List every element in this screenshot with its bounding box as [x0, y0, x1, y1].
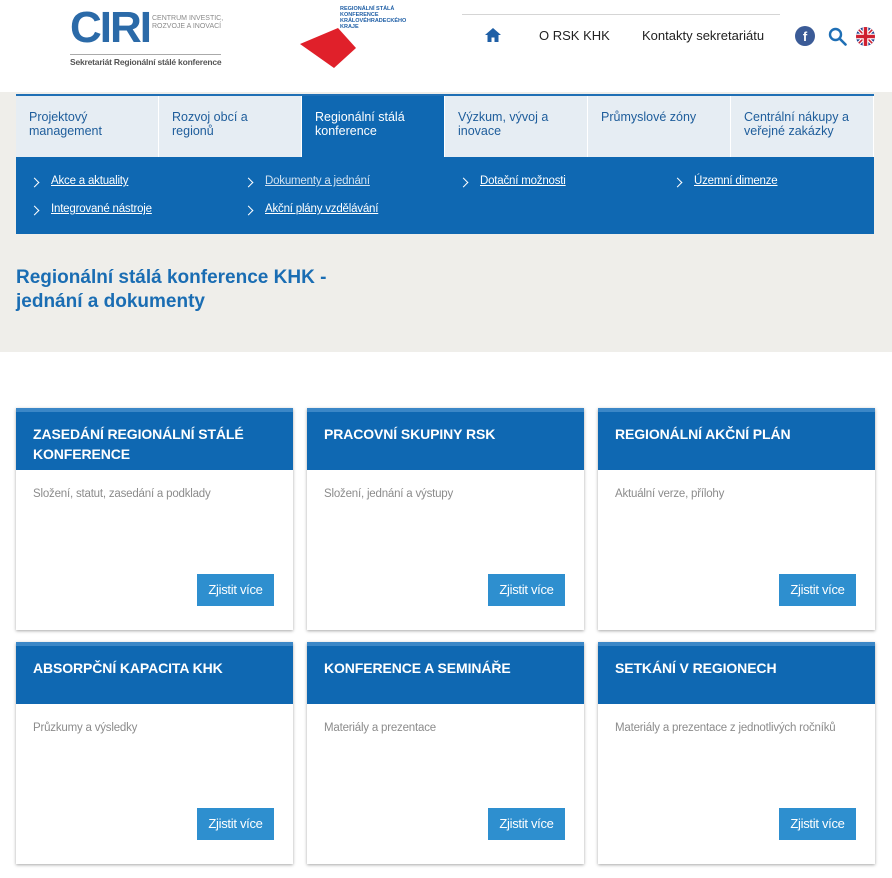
- learn-more-button[interactable]: Zjistit více: [488, 808, 565, 840]
- page-title: Regionální stálá konference KHK - jednán…: [16, 267, 327, 312]
- main-nav-vyzkum-vyvoj[interactable]: Výzkum, vývoj a inovace: [445, 96, 588, 157]
- chevron-right-icon: [243, 177, 254, 188]
- card-description: Složení, jednání a výstupy: [324, 488, 454, 500]
- search-icon[interactable]: [828, 27, 847, 46]
- card-akcni-plan: REGIONÁLNÍ AKČNÍ PLÁN Aktuální verze, př…: [598, 408, 875, 630]
- learn-more-button[interactable]: Zjistit více: [779, 808, 856, 840]
- sub-nav-dokumenty-jednani[interactable]: Dokumenty a jednání: [265, 175, 370, 187]
- card-absorpcni-kapacita: ABSORPČNÍ KAPACITA KHK Průzkumy a výsled…: [16, 642, 293, 864]
- chevron-right-icon: [243, 205, 254, 216]
- chevron-right-icon: [458, 177, 469, 188]
- card-konference-seminare: KONFERENCE A SEMINÁŘE Materiály a prezen…: [307, 642, 584, 864]
- sub-nav-akce-aktuality[interactable]: Akce a aktuality: [51, 175, 129, 187]
- ciri-logo-mark: CIRI: [70, 3, 152, 52]
- card-description: Složení, statut, zasedání a podklady: [33, 488, 211, 500]
- chevron-right-icon: [29, 205, 40, 216]
- card-title[interactable]: REGIONÁLNÍ AKČNÍ PLÁN: [598, 408, 875, 470]
- sub-nav-akcni-plany[interactable]: Akční plány vzdělávání: [265, 203, 378, 215]
- card-description: Materiály a prezentace: [324, 722, 436, 734]
- rsk-logo-shape: [300, 28, 356, 68]
- card-description: Průzkumy a výsledky: [33, 722, 138, 734]
- chevron-right-icon: [672, 177, 683, 188]
- main-nav-projektovy-management[interactable]: Projektový management: [16, 96, 159, 157]
- sub-nav-uzemni-dimenze[interactable]: Územní dimenze: [694, 175, 778, 187]
- card-zasedani: ZASEDÁNÍ REGIONÁLNÍ STÁLÉ KONFERENCE Slo…: [16, 408, 293, 630]
- ciri-logo-text: CENTRUM INVESTIC, ROZVOJE A INOVACÍ: [152, 15, 224, 30]
- nav-link-o-rsk[interactable]: O RSK KHK: [539, 28, 610, 43]
- ciri-logo[interactable]: CIRI CENTRUM INVESTIC, ROZVOJE A INOVACÍ…: [70, 3, 230, 67]
- card-setkani-v-regionech: SETKÁNÍ V REGIONECH Materiály a prezenta…: [598, 642, 875, 864]
- card-title[interactable]: KONFERENCE A SEMINÁŘE: [307, 642, 584, 704]
- learn-more-button[interactable]: Zjistit více: [779, 574, 856, 606]
- sub-nav-dotacni-moznosti[interactable]: Dotační možnosti: [480, 175, 566, 187]
- card-title[interactable]: ZASEDÁNÍ REGIONÁLNÍ STÁLÉ KONFERENCE: [16, 408, 293, 470]
- sub-nav-integrovane-nastroje[interactable]: Integrované nástroje: [51, 203, 152, 215]
- card-title[interactable]: SETKÁNÍ V REGIONECH: [598, 642, 875, 704]
- main-nav-prumyslove-zony[interactable]: Průmyslové zóny: [588, 96, 731, 157]
- card-description: Materiály a prezentace z jednotlivých ro…: [615, 722, 836, 734]
- card-title[interactable]: PRACOVNÍ SKUPINY RSK: [307, 408, 584, 470]
- facebook-icon[interactable]: f: [795, 26, 815, 46]
- main-nav-centralni-nakupy[interactable]: Centrální nákupy a veřejné zakázky: [731, 96, 874, 157]
- nav-link-kontakty[interactable]: Kontakty sekretariátu: [642, 28, 764, 43]
- card-description: Aktuální verze, přílohy: [615, 488, 725, 500]
- rsk-logo[interactable]: REGIONÁLNÍ STÁLÁ KONFERENCE KRÁLOVÉHRADE…: [298, 4, 418, 72]
- sub-navigation: Akce a aktuality Dokumenty a jednání Dot…: [16, 157, 874, 234]
- main-navigation: Projektový management Rozvoj obcí a regi…: [16, 94, 874, 157]
- card-title[interactable]: ABSORPČNÍ KAPACITA KHK: [16, 642, 293, 704]
- learn-more-button[interactable]: Zjistit více: [488, 574, 565, 606]
- home-icon[interactable]: [484, 27, 502, 43]
- chevron-right-icon: [29, 177, 40, 188]
- top-navigation: O RSK KHK Kontakty sekretariátu: [462, 14, 780, 56]
- site-header: CIRI CENTRUM INVESTIC, ROZVOJE A INOVACÍ…: [0, 0, 892, 92]
- learn-more-button[interactable]: Zjistit více: [197, 808, 274, 840]
- card-pracovni-skupiny: PRACOVNÍ SKUPINY RSK Složení, jednání a …: [307, 408, 584, 630]
- main-nav-rozvoj-obci[interactable]: Rozvoj obcí a regionů: [159, 96, 302, 157]
- learn-more-button[interactable]: Zjistit více: [197, 574, 274, 606]
- ciri-logo-subtitle: Sekretariát Regionální stálé konference: [70, 54, 222, 67]
- main-nav-regionalni-stala-konference[interactable]: Regionální stálá konference: [302, 96, 445, 157]
- uk-flag-icon[interactable]: [856, 27, 875, 46]
